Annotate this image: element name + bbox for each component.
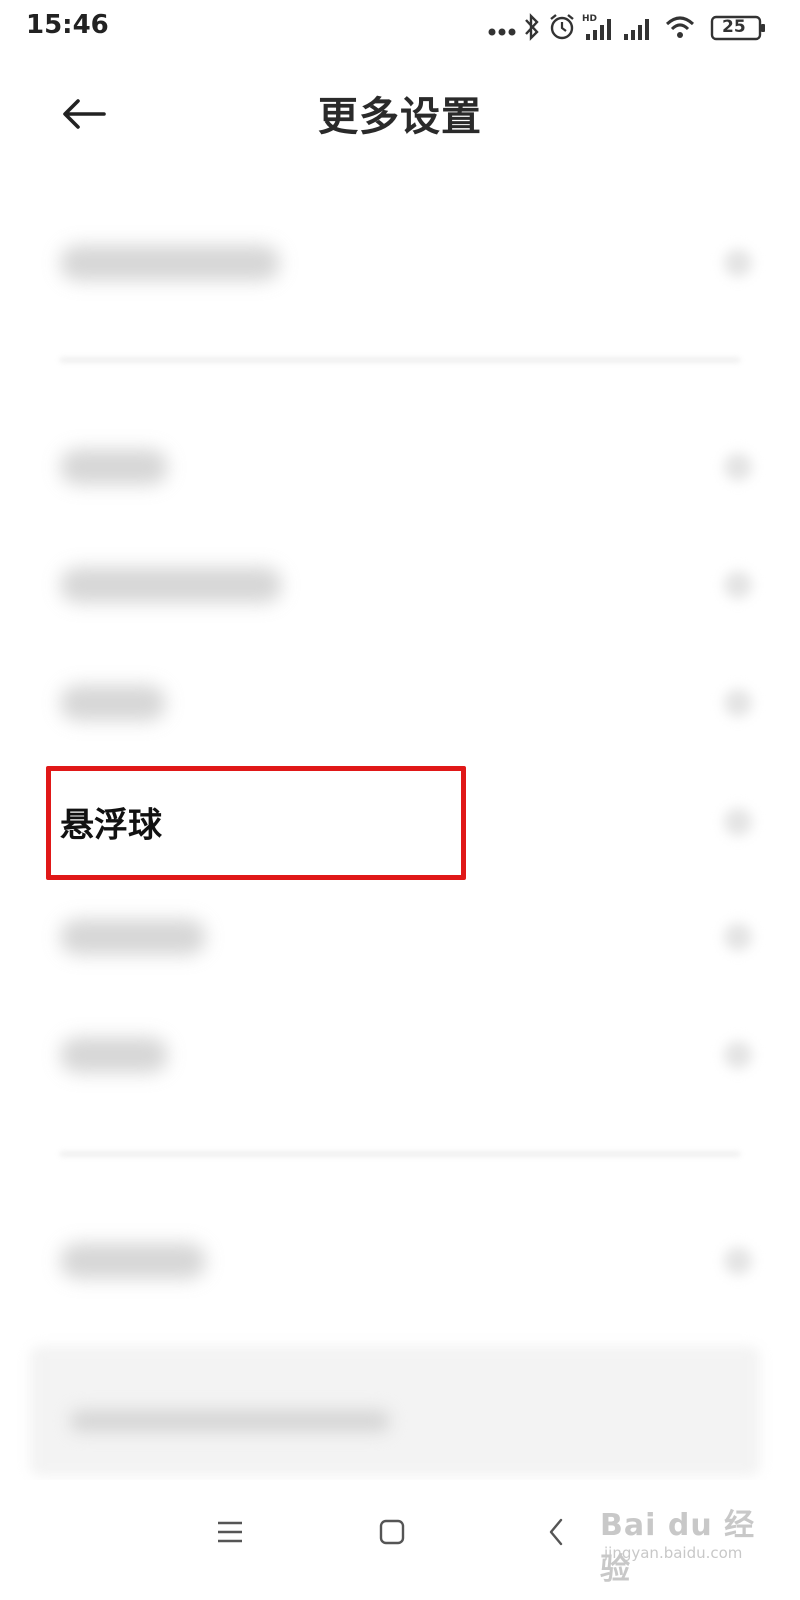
chevron-right-icon — [724, 453, 752, 481]
menu-button[interactable] — [200, 1502, 260, 1562]
home-icon — [379, 1519, 405, 1545]
settings-row-7[interactable] — [0, 1000, 800, 1110]
highlight-annotation-box — [46, 766, 466, 880]
chevron-right-icon — [724, 1041, 752, 1069]
blurred-label — [60, 685, 166, 721]
blurred-label — [60, 567, 282, 603]
blurred-label — [60, 1037, 168, 1073]
blurred-label — [60, 449, 168, 485]
section-divider — [60, 358, 740, 362]
screen: 15:46 HD 25 更多设置 悬浮球 Bai du 经验 jingyan.b… — [0, 0, 800, 1600]
back-icon — [549, 1518, 563, 1546]
chevron-right-icon — [724, 249, 752, 277]
bluetooth-icon — [522, 12, 542, 46]
nav-back-button[interactable] — [526, 1502, 586, 1562]
signal-icon — [622, 12, 654, 46]
watermark: Bai du 经验 jingyan.baidu.com — [600, 1490, 770, 1590]
settings-row-1[interactable] — [0, 208, 800, 318]
chevron-right-icon — [724, 923, 752, 951]
chevron-right-icon — [724, 1247, 752, 1275]
more-dots-icon — [488, 22, 518, 41]
settings-row-3[interactable] — [0, 530, 800, 640]
section-divider — [60, 1152, 740, 1156]
chevron-right-icon — [724, 571, 752, 599]
chevron-right-icon — [724, 808, 752, 836]
home-button[interactable] — [362, 1502, 422, 1562]
header: 更多设置 — [0, 60, 800, 170]
svg-text:HD: HD — [582, 14, 597, 24]
settings-row-8[interactable] — [0, 1206, 800, 1316]
status-time: 15:46 — [26, 10, 109, 40]
menu-icon — [218, 1521, 242, 1543]
blurred-label — [60, 919, 206, 955]
alarm-icon — [548, 12, 576, 46]
settings-row-6[interactable] — [0, 882, 800, 992]
chevron-right-icon — [724, 689, 752, 717]
status-bar: 15:46 HD 25 — [0, 0, 800, 56]
settings-row-4[interactable] — [0, 648, 800, 758]
battery-icon: 25 — [710, 12, 770, 46]
status-icons: HD 25 — [488, 12, 778, 44]
page-title: 更多设置 — [318, 94, 482, 140]
blurred-label — [60, 1243, 206, 1279]
blurred-label — [60, 245, 280, 281]
battery-level: 25 — [722, 17, 746, 37]
wifi-icon — [664, 12, 696, 46]
blurred-info-text — [70, 1410, 390, 1432]
watermark-url: jingyan.baidu.com — [604, 1544, 743, 1562]
settings-row-2[interactable] — [0, 412, 800, 522]
hd-signal-icon: HD — [582, 12, 616, 46]
